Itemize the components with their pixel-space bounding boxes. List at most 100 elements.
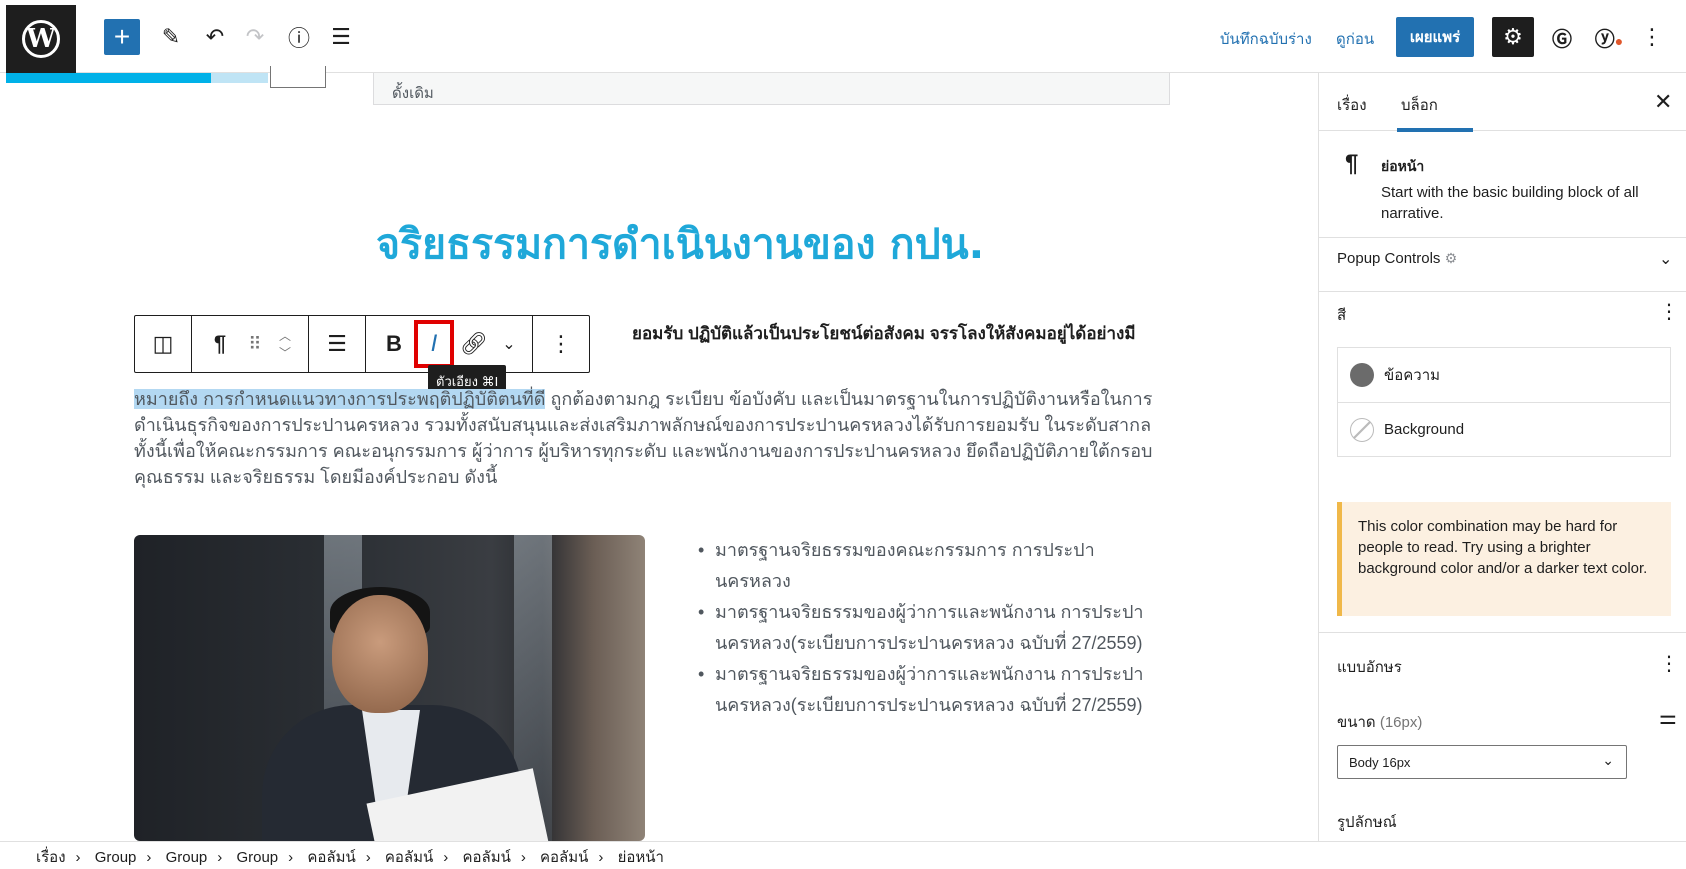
chevron-right-icon: › <box>75 849 81 866</box>
columns-icon: ◫ <box>152 331 174 356</box>
bold-paragraph-fragment[interactable]: ยอมรับ ปฏิบัติแล้วเป็นประโยชน์ต่อสังคม จ… <box>632 320 1136 347</box>
tools-button[interactable]: ✎ <box>160 19 182 55</box>
size-label: ขนาด <box>1337 714 1376 731</box>
selected-text[interactable]: หมายถึง การกำหนดแนวทางการประพฤติปฏิบัติต… <box>134 389 546 409</box>
page-heading[interactable]: จริยธรรมการดำเนินงานของ กปน. <box>376 212 984 277</box>
settings-sidebar: เรื่อง บล็อก ✕ ¶ ย่อหน้า Start with the … <box>1318 73 1686 841</box>
bold-button[interactable]: B <box>374 320 414 368</box>
breadcrumb-item[interactable]: เรื่อง <box>36 849 66 866</box>
toolbar-group-block: ¶ ⠿ ︿ ﹀ <box>191 316 308 372</box>
contrast-warning: This color combination may be hard for p… <box>1337 502 1671 616</box>
text-color-label: ข้อความ <box>1384 367 1441 384</box>
color-options-button[interactable]: ⋮ <box>1659 299 1679 324</box>
businessman-image[interactable] <box>134 535 645 841</box>
editor-canvas: ดั้งเดิม จริยธรรมการดำเนินงานของ กปน. ยอ… <box>0 73 1318 841</box>
background-color-label: Background <box>1384 421 1465 438</box>
pilcrow-icon: ¶ <box>213 331 227 356</box>
typography-panel-title: แบบอักษร <box>1337 659 1402 676</box>
g-badge-icon: Ⓖ <box>1552 28 1572 51</box>
selected-paragraph[interactable]: หมายถึง การกำหนดแนวทางการประพฤติปฏิบัติต… <box>134 386 1184 490</box>
block-toolbar: ◫ ¶ ⠿ ︿ ﹀ ☰ B I 🔗︎ ⌄ ⋮ <box>134 315 590 373</box>
sidebar-tabs: เรื่อง บล็อก ✕ <box>1319 73 1686 132</box>
divider <box>1319 291 1686 292</box>
toolbar-group-align: ☰ <box>308 316 365 372</box>
divider <box>1319 632 1686 633</box>
align-left-icon: ☰ <box>327 331 347 356</box>
block-breadcrumb: เรื่อง › Group › Group › Group › คอลัมน์ › คอ… <box>0 841 1686 866</box>
toolbar-group-options: ⋮ <box>532 316 589 372</box>
close-icon: ✕ <box>1654 89 1673 114</box>
add-block-button[interactable]: + <box>104 19 140 55</box>
toolbar-group-parent: ◫ <box>135 316 191 372</box>
options-menu-button[interactable]: ⋮ <box>1641 19 1663 55</box>
redo-button[interactable]: ↷ <box>244 19 266 55</box>
breadcrumb-item-current[interactable]: ย่อหน้า <box>618 849 664 866</box>
details-button[interactable]: ⓘ <box>286 19 312 55</box>
gear-icon: ⚙ <box>1503 24 1523 49</box>
font-size-select[interactable]: Body 16px ⌄ <box>1337 745 1627 779</box>
chevron-down-icon: ﹀ <box>278 346 291 360</box>
drag-icon: ⠿ <box>248 333 262 354</box>
popup-controls-label: Popup Controls <box>1337 250 1441 267</box>
undo-icon: ↶ <box>205 24 225 49</box>
breadcrumb-item[interactable]: Group <box>166 849 208 866</box>
breadcrumb-item[interactable]: Group <box>95 849 137 866</box>
wordpress-logo-button[interactable]: W <box>6 5 76 73</box>
select-parent-button[interactable]: ◫ <box>143 320 183 368</box>
settings-button[interactable]: ⚙ <box>1492 17 1534 57</box>
list-item[interactable]: มาตรฐานจริยธรรมของผู้ว่าการและพนักงาน กา… <box>698 597 1168 659</box>
list-item[interactable]: มาตรฐานจริยธรรมของคณะกรรมการ การประปานคร… <box>698 535 1168 597</box>
font-size-label: ขนาด (16px) <box>1337 710 1422 734</box>
chevron-right-icon: › <box>217 849 223 866</box>
standards-list[interactable]: มาตรฐานจริยธรรมของคณะกรรมการ การประปานคร… <box>698 535 1168 721</box>
font-size-select-value: Body 16px <box>1349 755 1411 770</box>
link-icon: 🔗︎ <box>460 331 488 356</box>
typography-options-button[interactable]: ⋮ <box>1659 651 1679 676</box>
pilcrow-icon: ¶ <box>1345 150 1359 177</box>
list-item[interactable]: มาตรฐานจริยธรรมของผู้ว่าการและพนักงาน กา… <box>698 659 1168 721</box>
yoast-button[interactable]: ⓨ● <box>1592 19 1626 55</box>
breadcrumb-item[interactable]: คอลัมน์ <box>385 849 433 866</box>
text-color-swatch <box>1350 363 1374 387</box>
tab-block[interactable]: บล็อก <box>1401 93 1438 117</box>
more-formatting-button[interactable]: ⌄ <box>494 320 524 368</box>
drag-handle[interactable]: ⠿ <box>240 320 270 368</box>
background-color-option[interactable]: Background <box>1338 402 1670 456</box>
breadcrumb-item[interactable]: คอลัมน์ <box>307 849 355 866</box>
plugin-g-button[interactable]: Ⓖ <box>1548 19 1576 55</box>
wordpress-icon: W <box>22 20 60 58</box>
sliders-icon: ⚌ <box>1659 707 1677 729</box>
redo-icon: ↷ <box>245 24 265 49</box>
save-draft-button[interactable]: บันทึกฉบับร่าง <box>1220 27 1312 51</box>
custom-size-toggle[interactable]: ⚌ <box>1659 705 1677 730</box>
chevron-right-icon: › <box>365 849 371 866</box>
yoast-icon: ⓨ● <box>1594 28 1624 51</box>
breadcrumb-item[interactable]: คอลัมน์ <box>462 849 510 866</box>
link-button[interactable]: 🔗︎ <box>454 320 494 368</box>
chevron-down-icon[interactable]: ⌄ <box>1659 249 1672 269</box>
block-description: Start with the basic building block of a… <box>1381 184 1639 222</box>
breadcrumb-item[interactable]: คอลัมน์ <box>540 849 588 866</box>
block-type-button[interactable]: ¶ <box>200 320 240 368</box>
preview-button[interactable]: ดูก่อน <box>1336 27 1374 51</box>
align-text-button[interactable]: ☰ <box>317 320 357 368</box>
block-options-button[interactable]: ⋮ <box>541 320 581 368</box>
italic-button[interactable]: I <box>414 320 454 368</box>
list-view-button[interactable]: ☰ <box>328 19 354 55</box>
publish-button[interactable]: เผยแพร่ <box>1396 17 1474 57</box>
undo-button[interactable]: ↶ <box>204 19 226 55</box>
chevron-right-icon: › <box>443 849 449 866</box>
plus-icon: + <box>113 21 131 52</box>
no-color-swatch <box>1350 417 1374 442</box>
classic-block-label: ดั้งเดิม <box>373 73 1170 105</box>
close-sidebar-button[interactable]: ✕ <box>1654 89 1672 115</box>
chevron-right-icon: › <box>520 849 526 866</box>
popup-controls-panel-toggle[interactable]: Popup Controls ⚙ <box>1337 250 1457 267</box>
tab-post[interactable]: เรื่อง <box>1337 93 1367 117</box>
move-block-buttons[interactable]: ︿ ﹀ <box>270 320 300 368</box>
person-head <box>332 595 428 713</box>
breadcrumb-item[interactable]: Group <box>236 849 278 866</box>
text-color-option[interactable]: ข้อความ <box>1338 348 1670 402</box>
chevron-up-icon: ︿ <box>278 329 291 343</box>
size-value: (16px) <box>1379 714 1423 731</box>
